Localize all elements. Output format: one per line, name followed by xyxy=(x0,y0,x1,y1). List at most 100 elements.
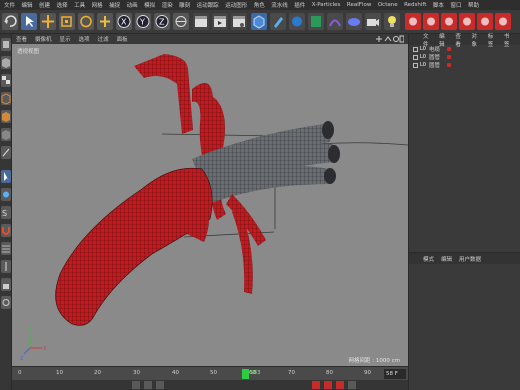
live-select-button[interactable] xyxy=(21,13,37,30)
model-mode-button[interactable] xyxy=(1,56,11,69)
menu-window[interactable]: 窗口 xyxy=(450,1,461,9)
pen-spline-button[interactable] xyxy=(270,13,286,30)
octane-render-button-3[interactable] xyxy=(441,13,457,30)
object-row[interactable]: L0 圆管 xyxy=(409,53,520,61)
viewport-menu-filter[interactable]: 过滤 xyxy=(98,35,109,43)
visibility-dot[interactable] xyxy=(447,55,451,59)
menu-edit[interactable]: 编辑 xyxy=(22,1,33,9)
menu-motion-tracking[interactable]: 运动跟踪 xyxy=(197,1,219,9)
octane-render-button-1[interactable] xyxy=(405,13,421,30)
octane-render-button-2[interactable] xyxy=(423,13,439,30)
menu-help[interactable]: 帮助 xyxy=(468,1,479,9)
rotate-button[interactable] xyxy=(78,13,94,30)
array-button[interactable] xyxy=(308,13,324,30)
menu-file[interactable]: 文件 xyxy=(4,1,15,9)
tweak-icon xyxy=(3,191,9,198)
render-settings-button[interactable] xyxy=(231,13,247,30)
menu-create[interactable]: 创建 xyxy=(39,1,50,9)
axis-mode-button[interactable] xyxy=(1,146,11,159)
move-button[interactable] xyxy=(40,13,56,30)
menu-tools[interactable]: 工具 xyxy=(74,1,85,9)
am-menu-user-data[interactable]: 用户数据 xyxy=(459,255,481,263)
viewport-menu-panel[interactable]: 面板 xyxy=(117,35,128,43)
visibility-dot[interactable] xyxy=(447,63,451,67)
snap-button[interactable] xyxy=(1,224,11,237)
enable-axis-button[interactable] xyxy=(1,170,11,183)
menu-render[interactable]: 渲染 xyxy=(162,1,173,9)
octane-render-button-6[interactable] xyxy=(495,13,511,30)
viewport-menu-options[interactable]: 选项 xyxy=(79,35,90,43)
light-button[interactable] xyxy=(384,13,400,30)
viewport-menu-cameras[interactable]: 摄像机 xyxy=(35,35,52,43)
menu-select[interactable]: 选择 xyxy=(57,1,68,9)
viewport-solo-button[interactable] xyxy=(1,296,11,309)
menu-script[interactable]: 脚本 xyxy=(433,1,444,9)
make-editable-button[interactable] xyxy=(1,38,11,51)
menu-mograph[interactable]: 运动图形 xyxy=(225,1,247,9)
timeline-tick: 0 xyxy=(18,370,22,376)
menu-octane[interactable]: Octane xyxy=(378,2,398,8)
menu-simulate[interactable]: 模拟 xyxy=(144,1,155,9)
axis-x-button[interactable]: X xyxy=(116,13,132,30)
am-menu-mode[interactable]: 模式 xyxy=(423,255,434,263)
viewport-menu-view[interactable]: 查看 xyxy=(16,35,27,43)
menu-animate[interactable]: 动画 xyxy=(127,1,138,9)
symmetry-button[interactable] xyxy=(1,260,11,273)
camera-button[interactable] xyxy=(365,13,381,30)
axis-y-button[interactable]: Y xyxy=(135,13,151,30)
render-to-picture-viewer-button[interactable] xyxy=(212,13,228,30)
solo-button[interactable]: S xyxy=(1,206,11,219)
menu-pipeline[interactable]: 流水线 xyxy=(271,1,288,9)
om-menu-bookmarks[interactable]: 书签 xyxy=(504,32,514,48)
transport-controls[interactable] xyxy=(12,380,408,390)
solo-view-icon xyxy=(2,299,10,306)
timeline[interactable]: 0 10 20 30 40 50 60 70 80 90 583 58 F xyxy=(12,366,408,380)
timeline-tick: 10 xyxy=(56,370,63,376)
menu-mesh[interactable]: 网格 xyxy=(92,1,103,9)
scene-button[interactable] xyxy=(346,13,362,30)
grid-icon xyxy=(2,245,10,253)
menu-redshift[interactable]: Redshift xyxy=(404,2,426,8)
lock-icon xyxy=(3,284,9,289)
menu-sculpt[interactable]: 雕刻 xyxy=(179,1,190,9)
menu-plugins[interactable]: 插件 xyxy=(294,1,305,9)
lock-workplane-button[interactable] xyxy=(1,278,11,291)
points-mode-button[interactable] xyxy=(1,92,11,105)
om-menu-tags[interactable]: 标签 xyxy=(488,32,498,48)
octane-render-button-5[interactable] xyxy=(477,13,493,30)
grid-spacing-label: 网格间距 : 1000 cm xyxy=(348,358,400,364)
current-frame-marker[interactable] xyxy=(242,369,249,379)
am-menu-edit[interactable]: 编辑 xyxy=(441,255,452,263)
viewport-nav-icons[interactable] xyxy=(374,35,404,43)
menu-x-particles[interactable]: X-Particles xyxy=(312,2,341,8)
deformer-button[interactable] xyxy=(327,13,343,30)
om-menu-view[interactable]: 查看 xyxy=(455,32,465,48)
menu-character[interactable]: 角色 xyxy=(254,1,265,9)
om-menu-edit[interactable]: 编辑 xyxy=(439,32,449,48)
frame-field[interactable]: 58 F xyxy=(384,369,406,379)
viewport-menu-display[interactable]: 显示 xyxy=(60,35,71,43)
scale-button[interactable] xyxy=(59,13,75,30)
recent-tool-button[interactable] xyxy=(97,13,113,30)
render-view-button[interactable] xyxy=(193,13,209,30)
cube-button[interactable] xyxy=(251,13,267,30)
edges-mode-button[interactable] xyxy=(1,110,11,123)
cube-icon xyxy=(253,15,265,29)
polygons-mode-button[interactable] xyxy=(1,128,11,141)
tweak-mode-button[interactable] xyxy=(1,188,11,201)
object-row[interactable]: L0 圆管 xyxy=(409,61,520,69)
workplane-button[interactable] xyxy=(1,242,11,255)
menu-realflow[interactable]: RealFlow xyxy=(347,2,371,8)
undo-button[interactable] xyxy=(2,13,18,30)
perspective-viewport[interactable]: Y X Z 透视视图 网格间距 : 1000 cm xyxy=(12,44,408,366)
subdivision-button[interactable] xyxy=(289,13,305,30)
menu-snap[interactable]: 捕捉 xyxy=(109,1,120,9)
om-menu-objects[interactable]: 对象 xyxy=(472,32,482,48)
timeline-tick: 90 xyxy=(364,370,371,376)
visibility-dot[interactable] xyxy=(447,47,451,51)
coordinate-system-button[interactable] xyxy=(173,13,189,30)
axis-z-button[interactable]: Z xyxy=(154,13,170,30)
octane-render-button-4[interactable] xyxy=(459,13,475,30)
texture-mode-button[interactable] xyxy=(1,74,11,87)
svg-text:Z: Z xyxy=(20,356,24,362)
